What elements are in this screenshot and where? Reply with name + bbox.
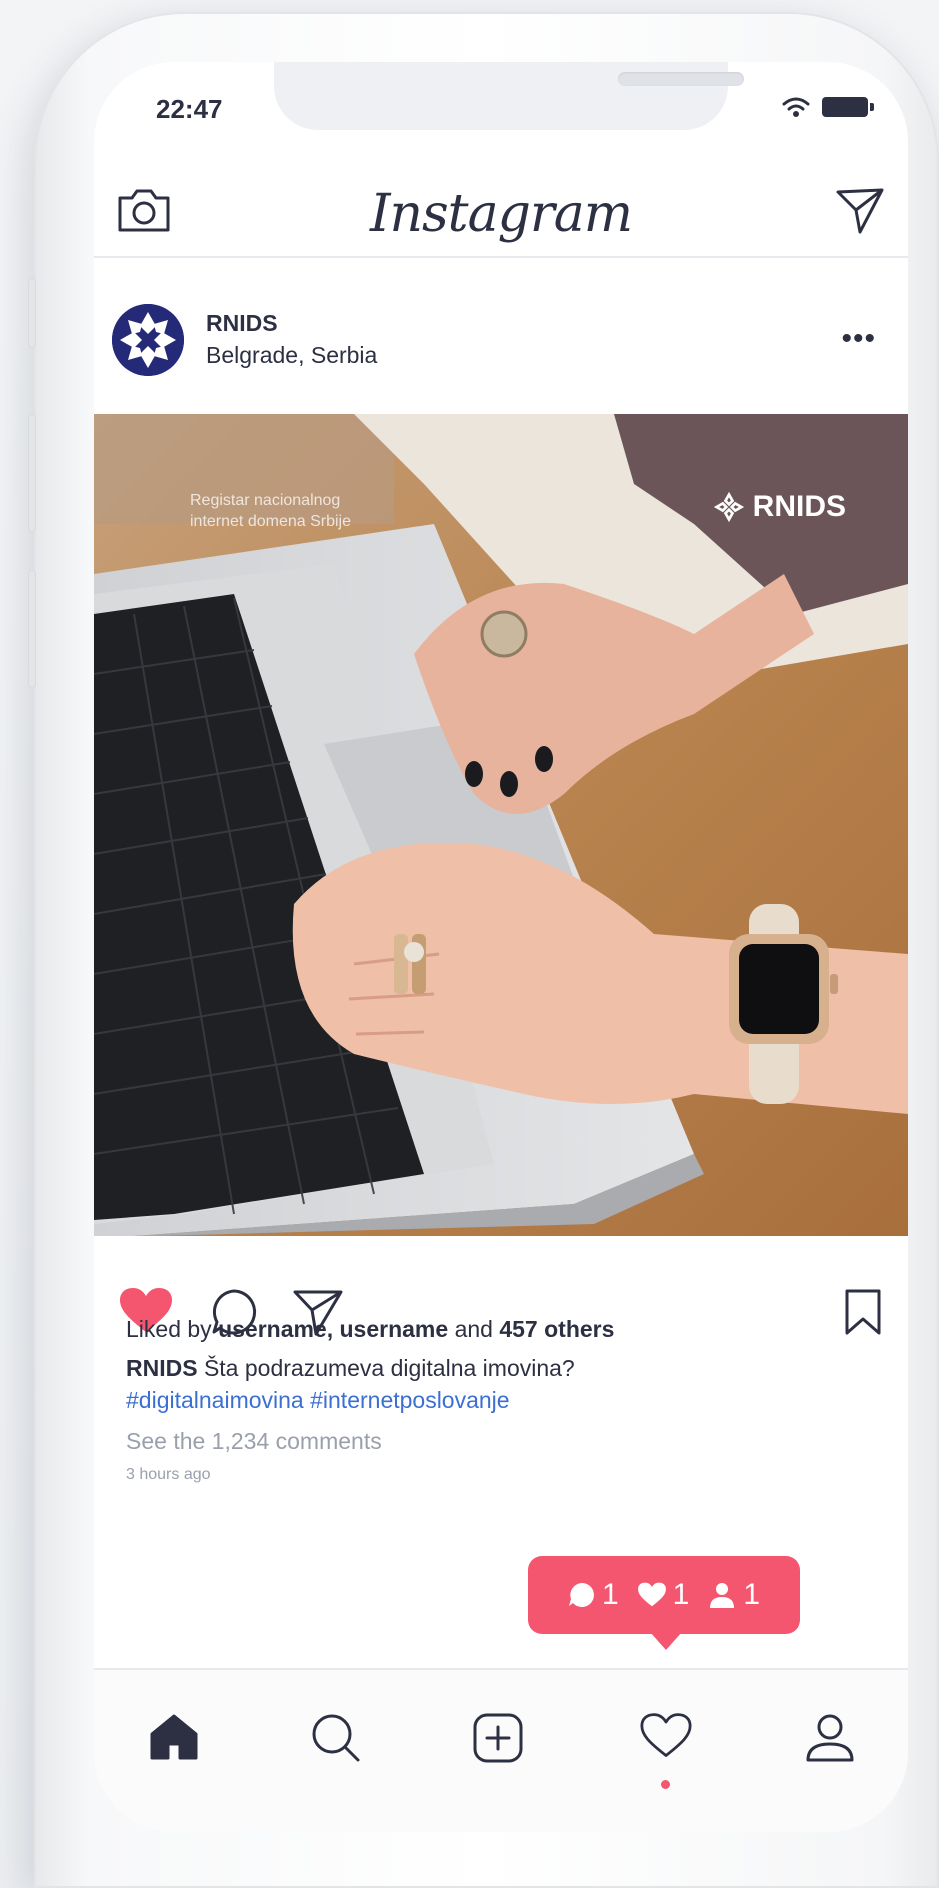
avatar[interactable] <box>112 304 184 376</box>
phone-volume-down-button <box>28 570 36 688</box>
likes-users[interactable]: username, username <box>218 1316 448 1342</box>
add-post-icon[interactable] <box>472 1712 524 1764</box>
notch <box>274 62 744 130</box>
image-overlay-subtitle: Registar nacionalnog internet domena Srb… <box>190 490 351 532</box>
phone-screen: 22:47 Instagram RNIDS Belgrade, Serbia •… <box>94 62 908 1832</box>
activity-indicator-dot <box>661 1780 670 1789</box>
view-comments-link[interactable]: See the 1,234 comments <box>126 1428 382 1455</box>
bookmark-icon[interactable] <box>844 1288 882 1336</box>
heart-filled-icon <box>637 1582 666 1607</box>
caption-hashtags[interactable]: #digitalnaimovina #internetposlovanje <box>126 1384 575 1416</box>
notification-comments: 1 <box>568 1578 619 1612</box>
status-icons <box>782 96 874 118</box>
notification-likes: 1 <box>637 1578 690 1612</box>
phone-mute-button <box>28 278 36 348</box>
image-overlay-brand: RNIDS <box>713 490 846 524</box>
bottom-tab-bar <box>94 1668 908 1832</box>
post-header: RNIDS Belgrade, Serbia ••• <box>94 258 908 414</box>
top-bar: Instagram <box>94 166 908 258</box>
caption-text: Šta podrazumeva digitalna imovina? <box>197 1355 575 1381</box>
status-time: 22:47 <box>156 94 223 124</box>
notification-followers: 1 <box>707 1578 760 1612</box>
wifi-icon <box>782 97 810 117</box>
image-overlay-subtitle-line1: Registar nacionalnog <box>190 492 341 509</box>
likes-text[interactable]: Liked by username, username and 457 othe… <box>126 1316 614 1343</box>
caption-author[interactable]: RNIDS <box>126 1355 198 1381</box>
profile-icon[interactable] <box>804 1712 856 1764</box>
phone-volume-up-button <box>28 414 36 532</box>
post-photo-illustration <box>94 414 908 1236</box>
more-icon[interactable]: ••• <box>841 324 876 354</box>
speaker <box>618 72 744 86</box>
comment-filled-icon <box>568 1583 594 1607</box>
battery-icon <box>822 97 874 117</box>
activity-heart-icon[interactable] <box>640 1712 692 1760</box>
notification-followers-count: 1 <box>743 1578 761 1611</box>
app-logo: Instagram <box>369 184 633 244</box>
likes-others[interactable]: 457 others <box>499 1316 614 1342</box>
notification-comments-count: 1 <box>601 1578 619 1611</box>
post-image[interactable]: Registar nacionalnog internet domena Srb… <box>94 414 908 1236</box>
post-username[interactable]: RNIDS <box>206 310 278 337</box>
rnids-logo-icon <box>112 304 184 376</box>
likes-prefix: Liked by <box>126 1316 219 1342</box>
notification-likes-count: 1 <box>672 1578 690 1611</box>
post-caption: RNIDS Šta podrazumeva digitalna imovina?… <box>126 1352 575 1416</box>
image-overlay-brand-text: RNIDS <box>752 490 846 523</box>
home-icon[interactable] <box>148 1712 200 1762</box>
rnids-mark-icon <box>713 491 744 523</box>
person-filled-icon <box>710 1583 735 1608</box>
post-location[interactable]: Belgrade, Serbia <box>206 342 377 369</box>
likes-middle: and <box>448 1316 500 1342</box>
activity-notification-bubble[interactable]: 1 1 1 <box>528 1556 800 1650</box>
search-icon[interactable] <box>310 1712 362 1764</box>
image-overlay-subtitle-line2: internet domena Srbije <box>190 513 351 530</box>
direct-message-icon[interactable] <box>834 186 886 236</box>
post-timestamp: 3 hours ago <box>126 1466 211 1483</box>
